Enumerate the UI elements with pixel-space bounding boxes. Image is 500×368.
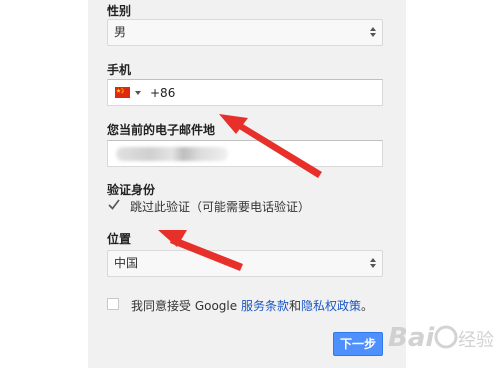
svg-text:经验: 经验 — [458, 330, 494, 351]
annotation-arrow-2 — [158, 230, 243, 271]
svg-text:Bai: Bai — [388, 323, 435, 353]
annotation-arrow-1 — [219, 114, 322, 178]
baidu-watermark-logo: Bai 经验 — [388, 323, 494, 353]
